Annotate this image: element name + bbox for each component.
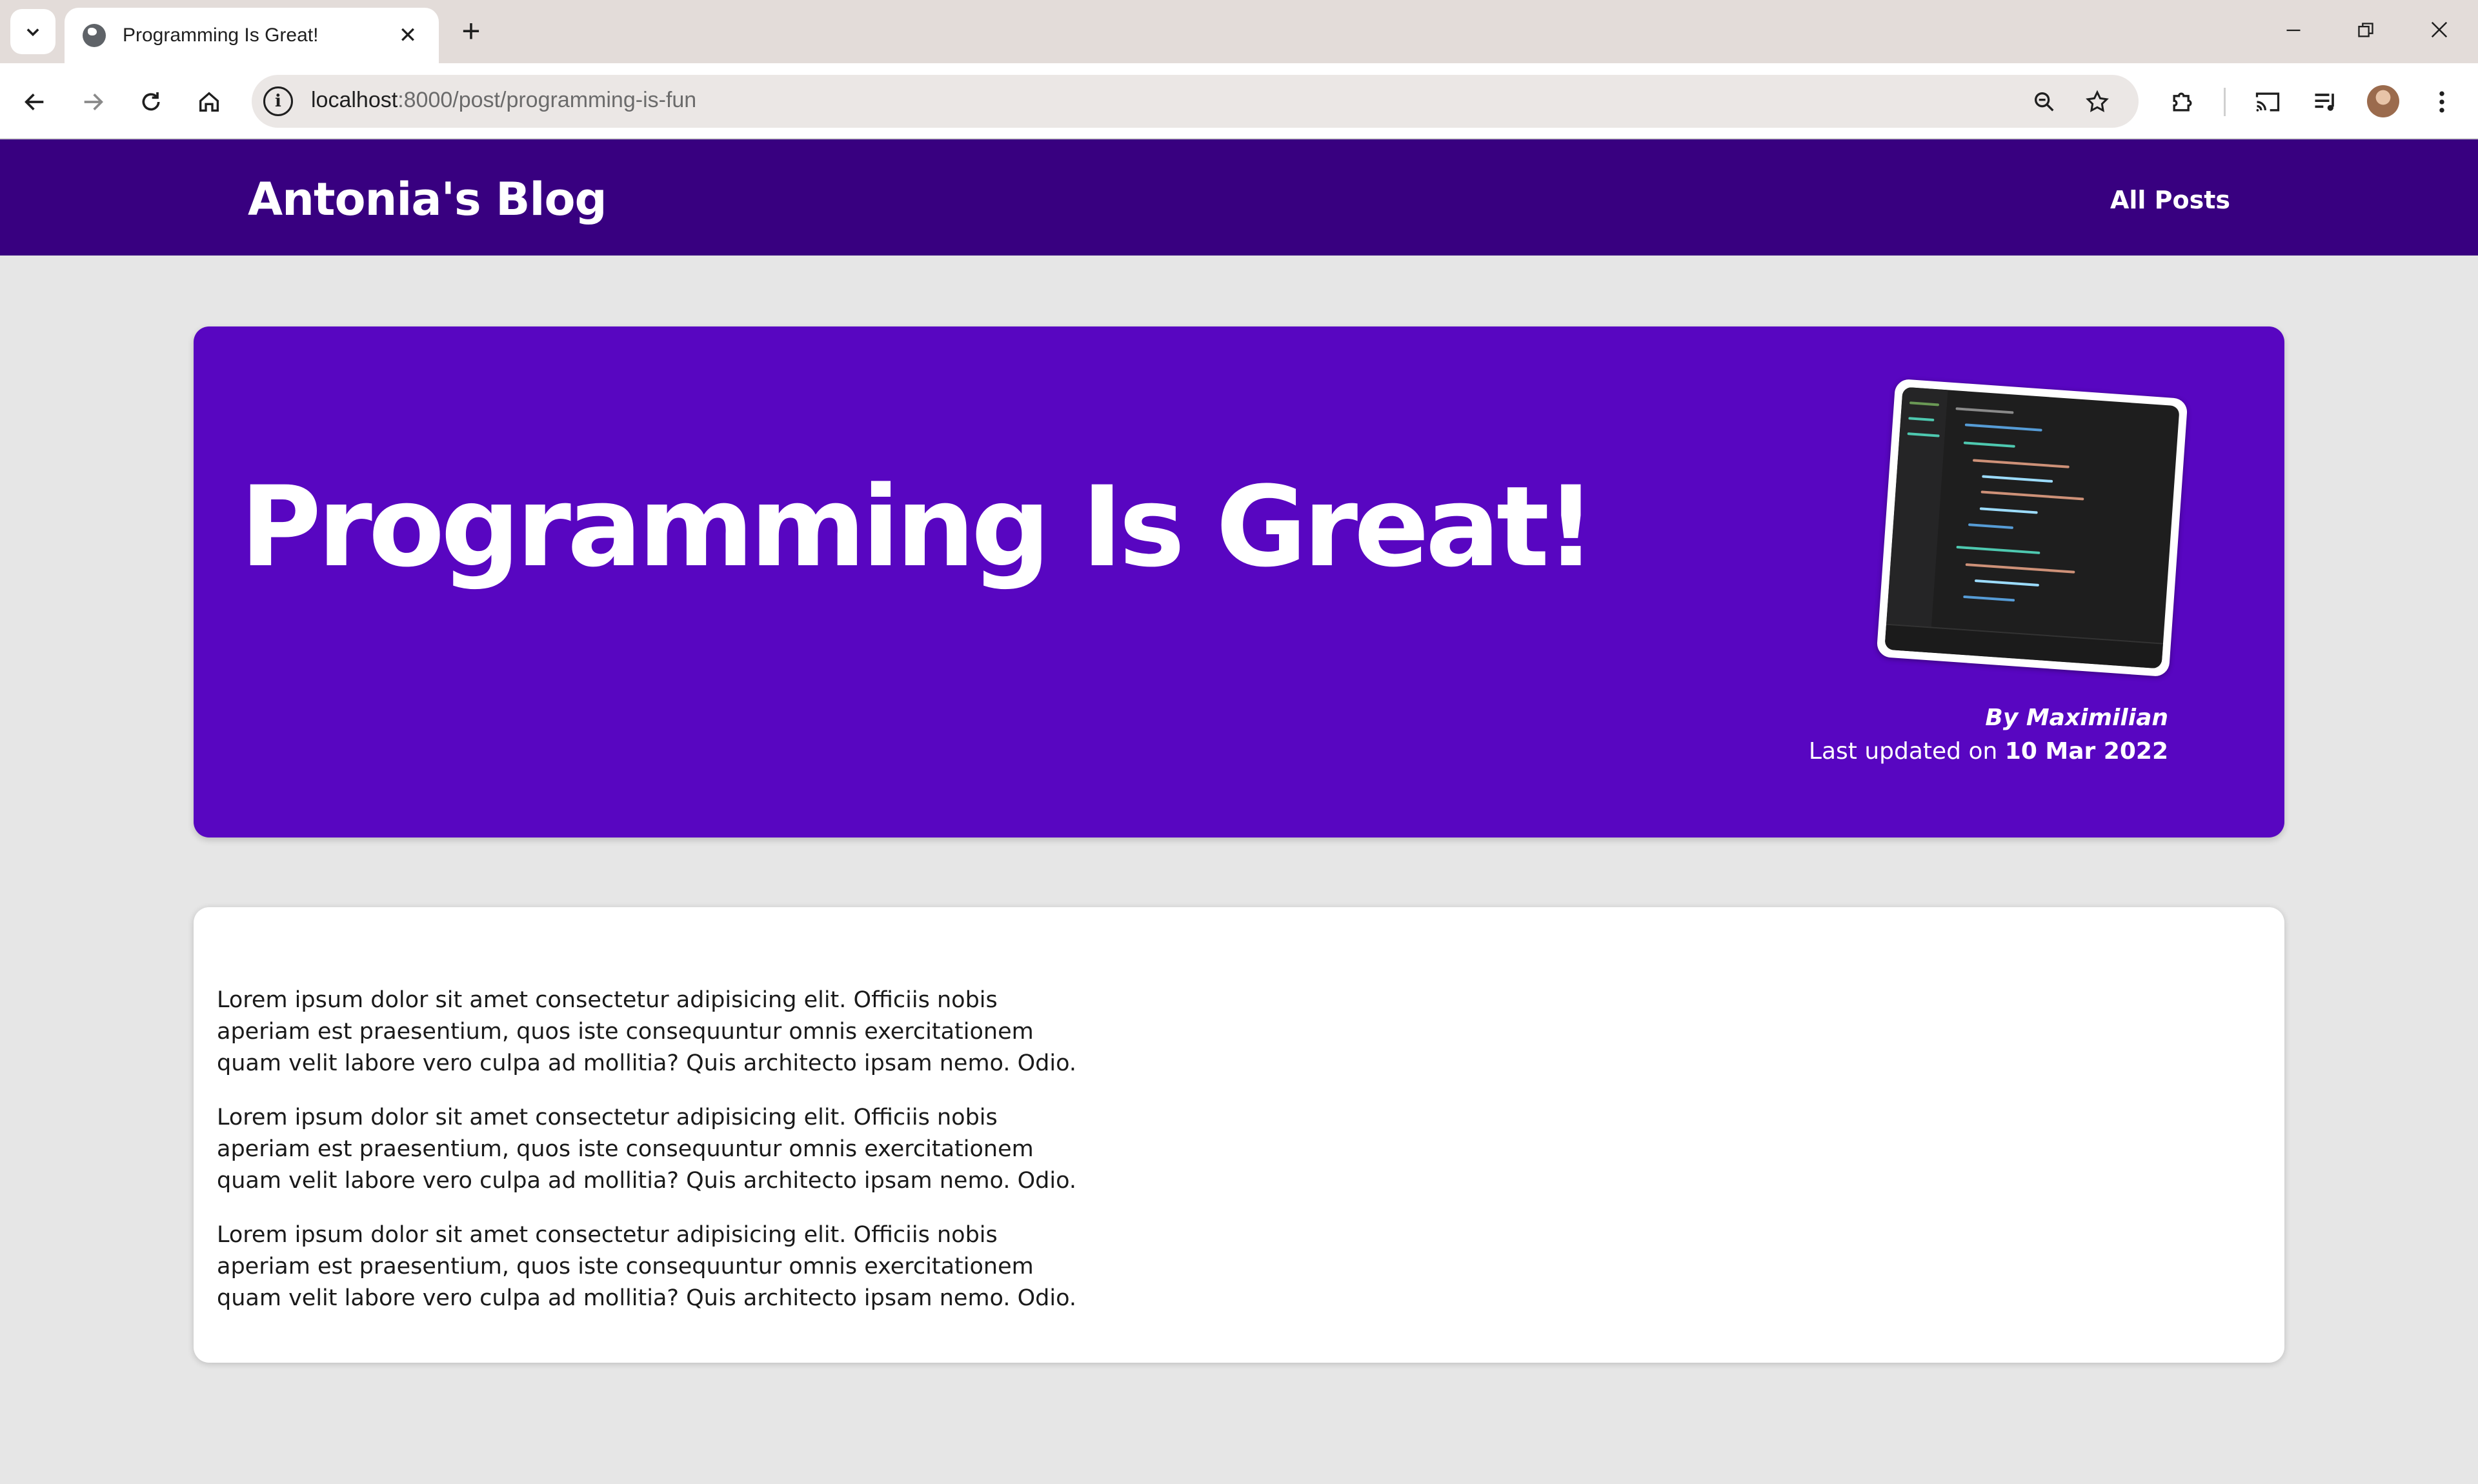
url-host: localhost [311, 88, 398, 112]
reload-icon [142, 92, 160, 111]
home-button[interactable] [190, 83, 228, 121]
url-text[interactable]: localhost:8000/post/programming-is-fun [311, 88, 696, 113]
code-line [1964, 423, 2042, 432]
toolbar-divider [2224, 88, 2226, 116]
arrow-left-icon [25, 94, 44, 110]
chevron-down-icon [26, 28, 39, 37]
kebab-menu-icon[interactable] [2423, 83, 2461, 121]
post-image [1876, 378, 2188, 677]
browser-toolbar: i localhost:8000/post/programming-is-fun [0, 63, 2478, 139]
code-line [1955, 407, 2014, 414]
updated-date: 10 Mar 2022 [2004, 738, 2168, 765]
media-queue-icon[interactable] [2306, 83, 2345, 121]
info-icon[interactable]: i [263, 86, 293, 116]
close-icon [2431, 21, 2448, 38]
post-author: By Maximilian [1985, 705, 2168, 731]
post-title: Programming Is Great! [240, 462, 1597, 592]
code-line [1963, 595, 2015, 602]
site-header: Antonia's Blog All Posts [0, 139, 2478, 256]
post-updated: Last updated on 10 Mar 2022 [1809, 738, 2168, 765]
updated-prefix: Last updated on [1808, 738, 2005, 765]
back-button[interactable] [15, 83, 54, 121]
zoom-out-icon[interactable] [2030, 88, 2059, 116]
minimize-button[interactable] [2268, 9, 2319, 54]
code-line [1963, 441, 2015, 448]
code-line [1968, 523, 2014, 529]
minimize-icon [2286, 29, 2301, 32]
star-icon[interactable] [2083, 88, 2111, 116]
tab-search-button[interactable] [10, 9, 55, 54]
restore-icon [2358, 23, 2373, 37]
address-bar[interactable]: i localhost:8000/post/programming-is-fun [252, 75, 2139, 128]
code-line [1972, 459, 2070, 468]
code-line [1974, 579, 2039, 587]
post-content: Lorem ipsum dolor sit amet consectetur a… [194, 907, 2284, 1363]
cast-icon[interactable] [2248, 83, 2287, 121]
profile-avatar[interactable] [2367, 85, 2399, 117]
post-paragraph: Lorem ipsum dolor sit amet consectetur a… [217, 1105, 1077, 1194]
home-icon [199, 92, 219, 112]
forward-button[interactable] [74, 83, 112, 121]
close-tab-icon[interactable]: ✕ [395, 23, 421, 48]
tab-strip: Programming Is Great! ✕ + [0, 0, 2478, 63]
reload-button[interactable] [132, 83, 170, 121]
new-tab-button[interactable]: + [452, 13, 490, 52]
arrow-right-icon [84, 94, 103, 110]
code-line [1965, 563, 2075, 574]
puzzle-icon[interactable] [2163, 83, 2202, 121]
post-hero: Programming Is Great! By Maximilian Last… [194, 326, 2284, 837]
url-path: :8000/post/programming-is-fun [398, 88, 697, 112]
tab-title: Programming Is Great! [123, 25, 319, 46]
restore-button[interactable] [2340, 9, 2392, 54]
code-editor-image [1884, 386, 2180, 669]
close-window-button[interactable] [2413, 9, 2465, 54]
globe-icon [83, 24, 106, 47]
editor-sidebar [1884, 386, 1948, 653]
code-line [1956, 545, 2040, 554]
nav-all-posts[interactable]: All Posts [2110, 186, 2230, 214]
editor-status-bar [1884, 623, 2164, 669]
code-line [1979, 507, 2038, 514]
active-tab[interactable]: Programming Is Great! ✕ [65, 8, 439, 63]
post-paragraph: Lorem ipsum dolor sit amet consectetur a… [217, 1222, 1077, 1311]
post-paragraph: Lorem ipsum dolor sit amet consectetur a… [217, 987, 1077, 1076]
code-line [1980, 490, 2084, 501]
site-title[interactable]: Antonia's Blog [248, 173, 607, 226]
code-line [1982, 475, 2053, 483]
